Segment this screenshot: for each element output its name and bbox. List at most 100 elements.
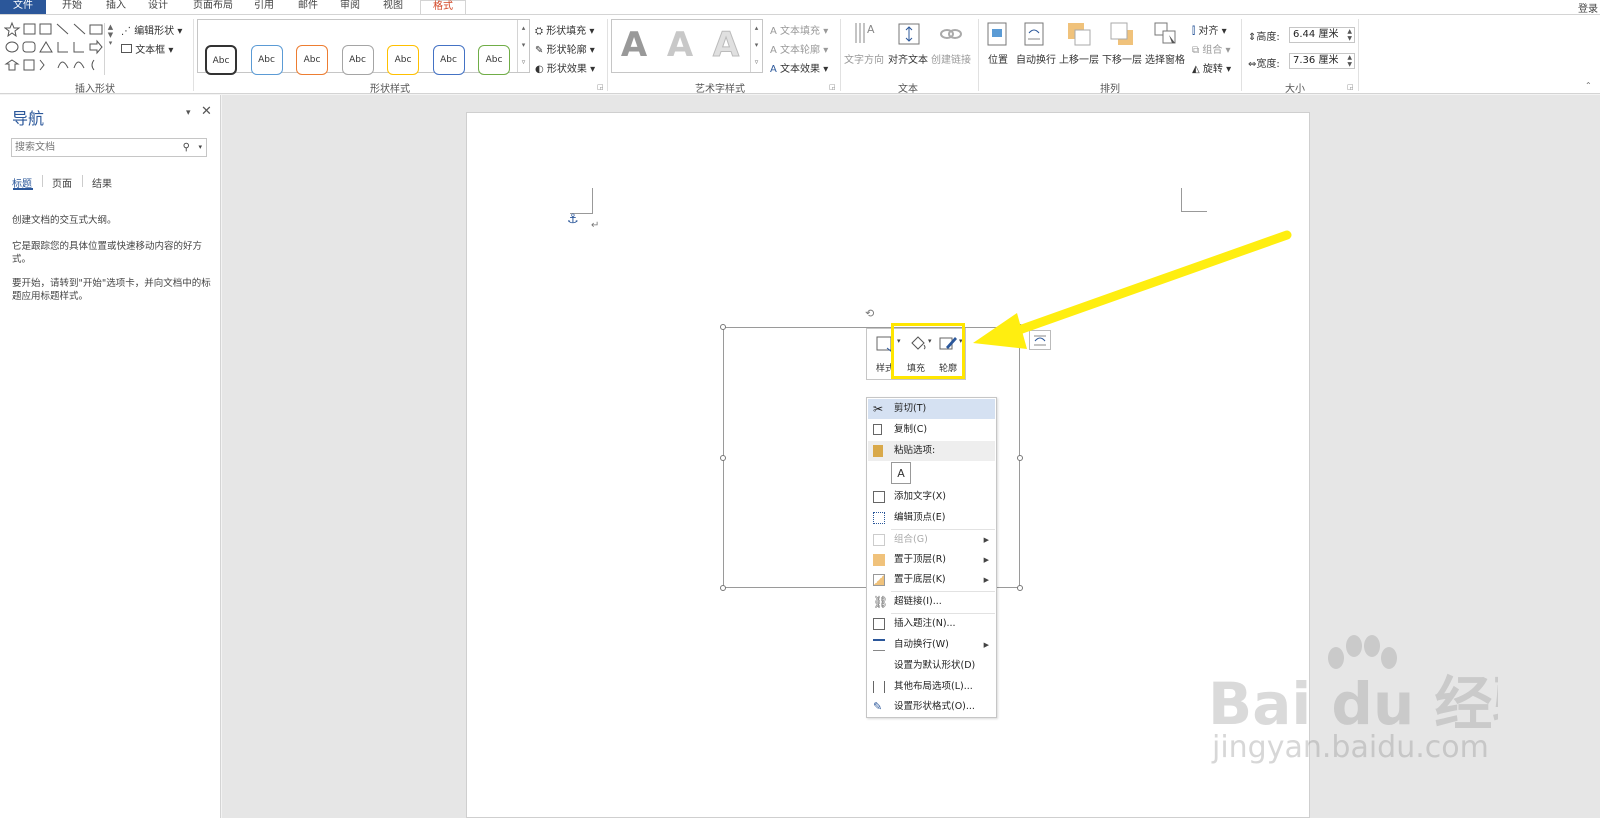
rotate-button[interactable]: ◭ 旋转 ▾ — [1192, 60, 1231, 75]
paste-text-only-icon[interactable]: A — [891, 462, 911, 484]
tab-review[interactable]: 审阅 — [334, 0, 366, 14]
wordart-launcher-icon[interactable]: ◲ — [829, 83, 836, 91]
tab-home[interactable]: 开始 — [56, 0, 88, 14]
align-text-button[interactable]: 对齐文本 — [888, 51, 928, 66]
resize-handle-sw[interactable] — [720, 585, 726, 591]
caption-icon — [873, 618, 885, 630]
resize-handle-se[interactable] — [1017, 585, 1023, 591]
wordart-group-label: 艺术字样式 — [695, 84, 745, 95]
menu-item-bring-to-front[interactable]: 置于顶层(R) ▶ — [868, 550, 995, 570]
search-icon[interactable]: ⚲ — [183, 139, 190, 156]
height-input[interactable]: 6.44 厘米 ▲ ▼ — [1289, 27, 1355, 43]
tab-mailings[interactable]: 邮件 — [292, 0, 324, 14]
width-spinner-icon[interactable]: ▲ ▼ — [1347, 54, 1352, 68]
tab-design[interactable]: 设计 — [142, 0, 174, 14]
menu-item-wrap-text[interactable]: 自动换行(W) ▶ — [868, 635, 995, 655]
tab-layout[interactable]: 页面布局 — [188, 0, 238, 14]
login-link[interactable]: 登录 — [1578, 0, 1598, 15]
nav-search-input[interactable]: 搜索文档 ⚲ ▾ — [11, 138, 207, 157]
shape-style-thumb[interactable]: Abc — [205, 45, 237, 75]
menu-item-copy[interactable]: 复制(C) — [868, 420, 995, 440]
width-input[interactable]: 7.36 厘米 ▲ ▼ — [1289, 53, 1355, 69]
collapse-ribbon-icon[interactable]: ⌃ — [1585, 81, 1592, 90]
clipboard-icon — [873, 445, 883, 457]
menu-item-hyperlink[interactable]: ⛓ 超链接(I)... — [868, 592, 995, 612]
resize-handle-e[interactable] — [1017, 455, 1023, 461]
anchor-icon[interactable]: ⚓ — [567, 212, 579, 227]
text-box-icon — [873, 491, 885, 503]
align-button[interactable]: ⫿ 对齐 ▾ — [1192, 22, 1227, 37]
text-fill-button[interactable]: A 文本填充 ▾ — [770, 22, 828, 37]
shape-styles-launcher-icon[interactable]: ◲ — [597, 83, 604, 91]
nav-options-icon[interactable]: ▾ — [186, 108, 191, 118]
resize-handle-nw[interactable] — [720, 324, 726, 330]
group-button[interactable]: ⧉ 组合 ▾ — [1192, 41, 1231, 56]
shape-style-thumb[interactable]: Abc — [250, 45, 283, 75]
ribbon-divider — [840, 19, 841, 91]
watermark-url: jingyan.baidu.com — [1212, 730, 1489, 765]
shape-styles-scroll[interactable]: ▴ ▾ ▿ — [517, 20, 529, 72]
shapes-gallery-icons — [3, 21, 103, 71]
menu-item-format-shape[interactable]: ✎ 设置形状格式(O)... — [868, 697, 995, 717]
send-to-back-icon — [873, 574, 885, 586]
tab-insert[interactable]: 插入 — [100, 0, 132, 14]
edit-shape-button[interactable]: ⋰ 编辑形状 ▾ — [121, 22, 182, 37]
position-button[interactable]: 位置 — [988, 51, 1008, 66]
shape-style-thumb[interactable]: Abc — [432, 45, 465, 75]
shape-styles-group-label: 形状样式 — [370, 84, 410, 95]
menu-item-send-to-back[interactable]: 置于底层(K) ▶ — [868, 570, 995, 590]
nav-tab-divider — [42, 175, 43, 187]
tab-format[interactable]: 格式 — [420, 0, 466, 14]
selection-pane-icon — [1154, 22, 1176, 44]
nav-hint-3: 要开始，请转到"开始"选项卡，并向文档中的标题应用标题样式。 — [12, 278, 211, 302]
tab-view[interactable]: 视图 — [377, 0, 409, 14]
wordart-style-2[interactable]: A — [661, 25, 699, 65]
shape-fill-button[interactable]: ⛭ 形状填充 ▾ — [535, 22, 594, 37]
text-direction-button[interactable]: 文字方向 — [844, 51, 884, 66]
search-dropdown-icon[interactable]: ▾ — [198, 139, 202, 156]
wordart-style-3[interactable]: A — [707, 25, 745, 66]
watermark-logo-text: Bai du 经验 — [1208, 670, 1498, 738]
wrap-text-button[interactable]: 自动换行 — [1016, 51, 1056, 66]
create-link-button[interactable]: 创建链接 — [931, 51, 971, 66]
send-backward-button[interactable]: 下移一层 — [1102, 51, 1142, 66]
tab-file[interactable]: 文件 — [0, 0, 46, 14]
shape-effects-button[interactable]: ◐ 形状效果 ▾ — [535, 60, 595, 75]
rotate-handle-icon[interactable]: ⟲ — [865, 307, 874, 320]
text-outline-button[interactable]: A 文本轮廓 ▾ — [770, 41, 828, 56]
shapes-gallery[interactable] — [3, 20, 114, 72]
menu-item-edit-points[interactable]: 编辑顶点(E) — [868, 508, 995, 528]
ribbon: ▲ ▼ ▾ ⋰ 编辑形状 ▾ 文本框 ▾ 插入形状 Abc Abc Abc Abc Abc A… — [0, 14, 1600, 95]
shape-style-thumb[interactable]: Abc — [387, 45, 419, 75]
paragraph-mark-icon: ↵ — [591, 220, 600, 231]
resize-handle-w[interactable] — [720, 455, 726, 461]
selection-pane-button[interactable]: 选择窗格 — [1145, 51, 1185, 66]
ribbon-divider — [1241, 19, 1242, 91]
ribbon-divider — [1358, 19, 1359, 91]
wordart-scroll[interactable]: ▴ ▾ ▿ — [750, 20, 762, 72]
size-launcher-icon[interactable]: ◲ — [1347, 83, 1354, 91]
bring-forward-button[interactable]: 上移一层 — [1059, 51, 1099, 66]
shape-style-thumb[interactable]: Abc — [341, 45, 374, 75]
nav-search-placeholder: 搜索文档 — [15, 142, 55, 153]
wordart-style-1[interactable]: A — [615, 25, 653, 65]
shape-style-thumb[interactable]: Abc — [478, 45, 510, 75]
text-box-button[interactable]: 文本框 ▾ — [121, 41, 173, 56]
nav-tab-divider — [82, 175, 83, 187]
menu-item-group[interactable]: 组合(G) ▶ — [868, 530, 995, 550]
height-spinner-icon[interactable]: ▲ ▼ — [1347, 28, 1352, 42]
menu-item-set-default-shape[interactable]: 设置为默认形状(D) — [868, 656, 995, 676]
nav-tab-pages[interactable]: 页面 — [52, 175, 72, 190]
text-effects-button[interactable]: A 文本效果 ▾ — [770, 60, 828, 75]
shapes-gallery-scroll[interactable]: ▲ ▼ ▾ — [104, 23, 116, 75]
shape-outline-button[interactable]: ✎ 形状轮廓 ▾ — [535, 41, 595, 56]
nav-close-icon[interactable]: ✕ — [201, 104, 212, 119]
nav-tab-results[interactable]: 结果 — [92, 175, 112, 190]
menu-item-more-layout-options[interactable]: 其他布局选项(L)... — [868, 677, 995, 697]
shape-style-thumb[interactable]: Abc — [296, 45, 328, 75]
menu-item-add-text[interactable]: 添加文字(X) — [868, 487, 995, 507]
tab-references[interactable]: 引用 — [248, 0, 280, 14]
svg-text:A: A — [867, 23, 875, 36]
menu-item-insert-caption[interactable]: 插入题注(N)... — [868, 614, 995, 634]
menu-item-cut[interactable]: ✂ 剪切(T) — [868, 399, 995, 419]
